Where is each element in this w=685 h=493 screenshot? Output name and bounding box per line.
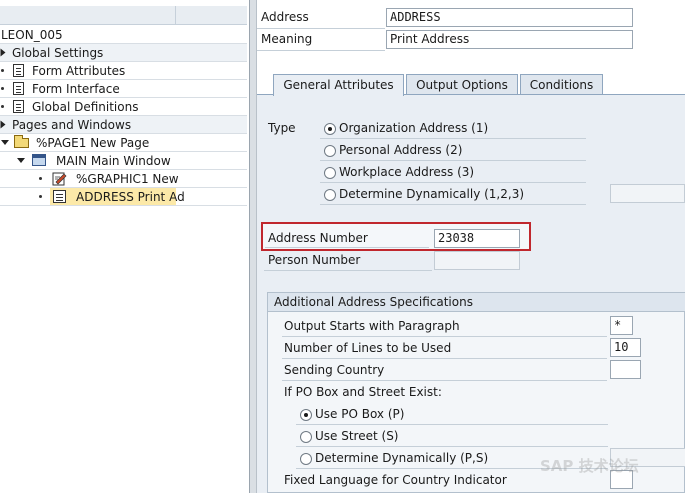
bullet-icon bbox=[1, 105, 4, 108]
radio-use-po-box[interactable] bbox=[300, 409, 312, 421]
row-divider bbox=[264, 270, 432, 271]
address-number-highlight: Address Number 23038 bbox=[261, 222, 531, 251]
radio-label: Determine Dynamically (P,S) bbox=[315, 451, 489, 465]
po-box-label: If PO Box and Street Exist: bbox=[284, 385, 442, 399]
radio-label: Determine Dynamically (1,2,3) bbox=[339, 187, 525, 201]
tree-item-label: %GRAPHIC1 New bbox=[76, 172, 179, 186]
output-paragraph-input[interactable]: * bbox=[610, 316, 633, 335]
group-title: Additional Address Specifications bbox=[274, 295, 473, 309]
sending-country-label: Sending Country bbox=[284, 363, 385, 377]
row-divider bbox=[320, 160, 586, 161]
document-icon bbox=[13, 82, 24, 95]
tree-item-form-attributes[interactable]: Form Attributes bbox=[0, 62, 247, 80]
tree-item-page1[interactable]: %PAGE1 New Page bbox=[0, 134, 247, 152]
radio-label: Organization Address (1) bbox=[339, 121, 489, 135]
fixed-language-label: Fixed Language for Country Indicator bbox=[284, 473, 507, 487]
row-divider bbox=[257, 28, 385, 29]
person-number-input[interactable] bbox=[434, 251, 520, 270]
row-divider bbox=[320, 138, 586, 139]
row-divider bbox=[282, 358, 607, 359]
address-node-icon bbox=[53, 190, 66, 203]
meaning-label: Meaning bbox=[261, 32, 313, 46]
radio-use-street[interactable] bbox=[300, 431, 312, 443]
tree-root-label: LEON_005 bbox=[1, 28, 63, 42]
type-label: Type bbox=[268, 121, 296, 135]
tree-item-address[interactable]: ADDRESS Print Ad bbox=[0, 188, 247, 206]
tree-column-header bbox=[0, 6, 247, 25]
output-paragraph-label: Output Starts with Paragraph bbox=[284, 319, 460, 333]
row-divider bbox=[265, 247, 429, 248]
radio-label: Use Street (S) bbox=[315, 429, 399, 443]
tree-item-label: Global Settings bbox=[12, 46, 104, 60]
radio-label: Workplace Address (3) bbox=[339, 165, 475, 179]
radio-personal-address[interactable] bbox=[324, 145, 336, 157]
row-divider bbox=[296, 446, 608, 447]
row-divider bbox=[320, 182, 586, 183]
tree-item-global-settings[interactable]: Global Settings bbox=[0, 44, 247, 62]
document-icon bbox=[13, 100, 24, 113]
dynamic-type-input[interactable] bbox=[610, 184, 685, 203]
address-label: Address bbox=[261, 10, 309, 24]
document-icon bbox=[13, 64, 24, 77]
row-divider bbox=[282, 336, 607, 337]
detail-panel: Address ADDRESS Meaning Print Address Ge… bbox=[257, 0, 685, 493]
group-title-bar: Additional Address Specifications bbox=[268, 293, 685, 312]
tree-item-label: Form Attributes bbox=[32, 64, 126, 78]
bullet-icon bbox=[39, 177, 42, 180]
expand-arrow-icon[interactable] bbox=[1, 140, 9, 145]
tab-output-options[interactable]: Output Options bbox=[406, 74, 518, 95]
tree-item-graphic1[interactable]: %GRAPHIC1 New bbox=[0, 170, 247, 188]
address-number-input[interactable]: 23038 bbox=[434, 229, 520, 248]
sending-country-input[interactable] bbox=[610, 360, 641, 379]
tree-item-pages-and-windows[interactable]: Pages and Windows bbox=[0, 116, 247, 134]
expand-arrow-icon[interactable] bbox=[17, 158, 25, 163]
tab-conditions[interactable]: Conditions bbox=[520, 74, 603, 95]
window-icon bbox=[32, 154, 46, 166]
radio-determine-po-dynamically[interactable] bbox=[300, 453, 312, 465]
tree-item-global-definitions[interactable]: Global Definitions bbox=[0, 98, 247, 116]
tree-item-label: ADDRESS Print Ad bbox=[76, 190, 185, 204]
tree-item-form-interface[interactable]: Form Interface bbox=[0, 80, 247, 98]
tree-item-label: Global Definitions bbox=[32, 100, 139, 114]
row-divider bbox=[257, 50, 385, 51]
tree-item-label: MAIN Main Window bbox=[56, 154, 171, 168]
bullet-icon bbox=[39, 195, 42, 198]
radio-workplace-address[interactable] bbox=[324, 167, 336, 179]
radio-label: Use PO Box (P) bbox=[315, 407, 405, 421]
bullet-icon bbox=[1, 87, 4, 90]
tree-item-label: Pages and Windows bbox=[12, 118, 132, 132]
tree-item-label: %PAGE1 New Page bbox=[36, 136, 150, 150]
radio-organization-address[interactable] bbox=[324, 123, 336, 135]
tree-panel: LEON_005 Global Settings Form Attributes… bbox=[0, 0, 249, 493]
tree-item-main-window[interactable]: MAIN Main Window bbox=[0, 152, 247, 170]
watermark-logo: SAP 技术论坛 bbox=[540, 457, 639, 475]
bullet-icon bbox=[1, 69, 4, 72]
address-name-input[interactable]: ADDRESS bbox=[386, 8, 633, 27]
panel-splitter[interactable] bbox=[249, 0, 257, 493]
collapse-arrow-icon[interactable] bbox=[0, 120, 6, 129]
person-number-label: Person Number bbox=[268, 253, 361, 267]
meaning-input[interactable]: Print Address bbox=[386, 30, 633, 49]
row-divider bbox=[296, 424, 608, 425]
radio-label: Personal Address (2) bbox=[339, 143, 463, 157]
address-number-label: Address Number bbox=[268, 231, 368, 245]
num-lines-input[interactable]: 10 bbox=[610, 338, 641, 357]
num-lines-label: Number of Lines to be Used bbox=[284, 341, 452, 355]
collapse-arrow-icon[interactable] bbox=[0, 48, 6, 57]
row-divider bbox=[320, 204, 586, 205]
row-divider bbox=[282, 380, 607, 381]
graphic-icon bbox=[52, 172, 67, 186]
tree-root[interactable]: LEON_005 bbox=[0, 26, 247, 44]
folder-icon bbox=[14, 135, 29, 148]
tab-general-attributes[interactable]: General Attributes bbox=[273, 74, 404, 96]
tree-item-label: Form Interface bbox=[32, 82, 120, 96]
radio-determine-dynamically[interactable] bbox=[324, 189, 336, 201]
